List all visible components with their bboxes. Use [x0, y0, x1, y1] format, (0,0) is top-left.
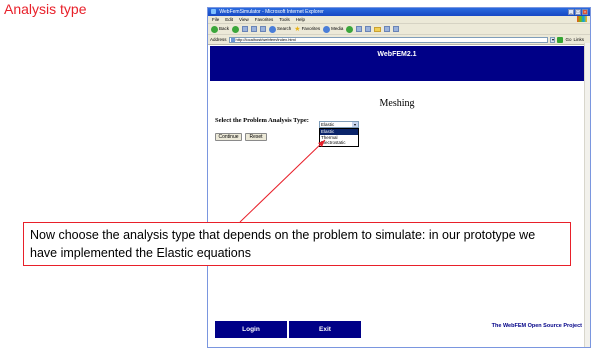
- callout-arrow-line: [239, 139, 326, 223]
- callout-arrow: [239, 139, 326, 223]
- annotation-callout: Now choose the analysis type that depend…: [23, 222, 571, 266]
